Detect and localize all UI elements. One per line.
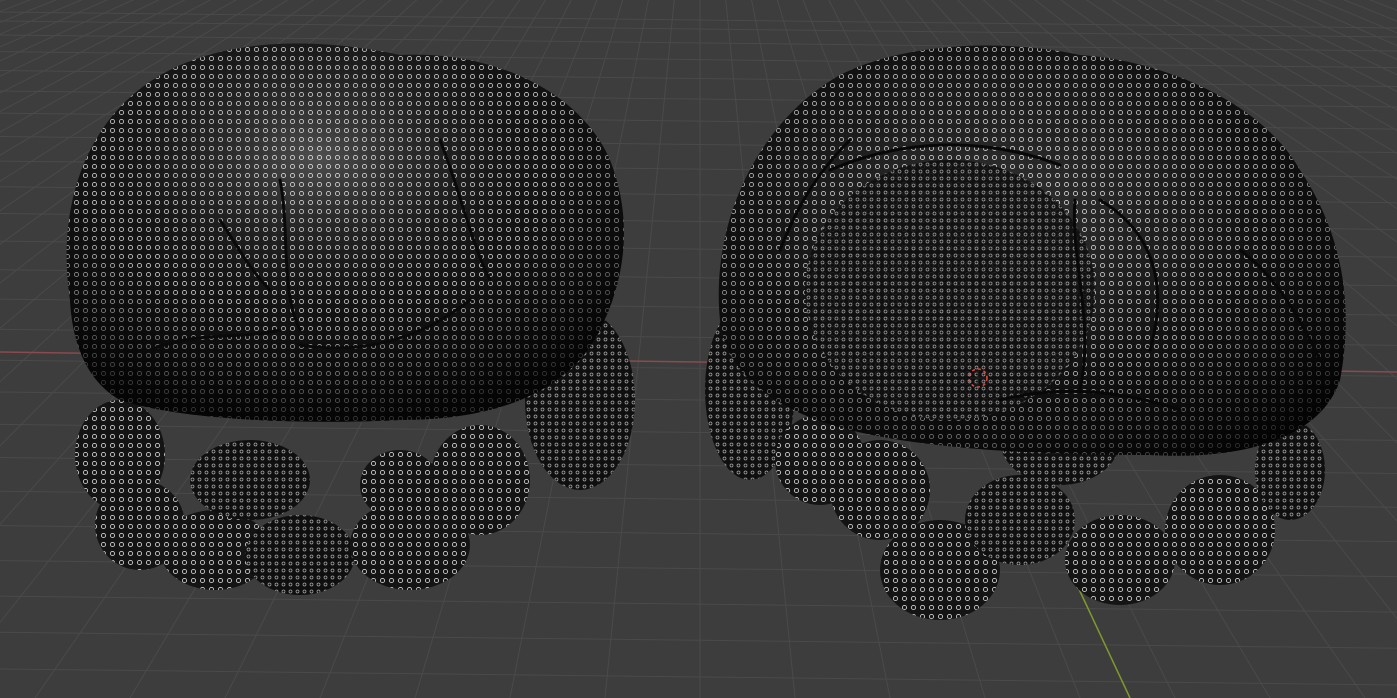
viewport-canvas[interactable] (0, 0, 1397, 698)
mesh-shading-left (66, 43, 624, 422)
mesh-central-lobe-right (805, 160, 1095, 420)
mesh-object-left[interactable] (66, 43, 635, 595)
mesh-object-right[interactable] (705, 45, 1346, 620)
3d-viewport[interactable] (0, 0, 1397, 698)
